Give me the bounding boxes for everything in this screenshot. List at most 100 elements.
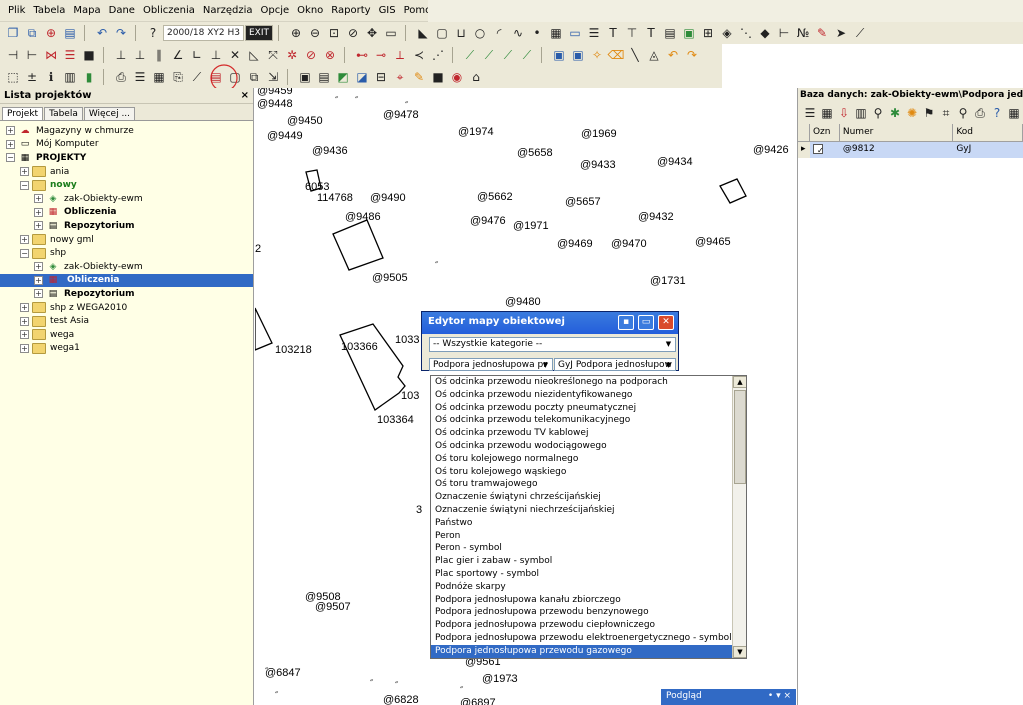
delete-icon[interactable]: ⊗ xyxy=(321,46,339,64)
expand-icon[interactable]: + xyxy=(34,194,43,204)
image-icon[interactable]: ▣ xyxy=(680,24,698,42)
angle-2-icon[interactable]: ∟ xyxy=(188,46,206,64)
dropdown-option[interactable]: Oś odcinka przewodu TV kablowej xyxy=(431,427,734,440)
tree-item[interactable]: − ▦ PROJEKTY xyxy=(0,151,253,165)
dropdown-option[interactable]: Państwo xyxy=(431,517,734,530)
undo-2-icon[interactable]: ↶ xyxy=(664,46,682,64)
dropdown-option[interactable]: Oś odcinka przewodu wodociągowego xyxy=(431,440,734,453)
table-view-icon[interactable]: ▦ xyxy=(150,68,168,86)
curve-icon[interactable]: ∿ xyxy=(509,24,527,42)
row-checkbox-cell[interactable]: ✓ xyxy=(810,142,840,158)
print-icon[interactable]: ⎙ xyxy=(112,68,130,86)
row-checkbox[interactable]: ✓ xyxy=(812,144,824,155)
text-icon[interactable]: T xyxy=(604,24,622,42)
coordinate-system-label[interactable]: 2000/18 XY2 H3 xyxy=(163,25,244,41)
hatch-icon[interactable]: ▦ xyxy=(547,24,565,42)
dropdown-option[interactable]: Oś odcinka przewodu telekomunikacyjnego xyxy=(431,414,734,427)
list-icon[interactable]: ☰ xyxy=(802,104,818,122)
menu-item[interactable]: Opcje xyxy=(257,1,294,21)
zoom-in-icon[interactable]: ⊕ xyxy=(287,24,305,42)
layers-icon[interactable]: ☰ xyxy=(131,68,149,86)
pencil-icon[interactable]: ✎ xyxy=(813,24,831,42)
pin-window-icon[interactable]: ▪ xyxy=(618,315,634,330)
document-icon[interactable]: ▤ xyxy=(61,24,79,42)
green-bar-icon[interactable]: ▮ xyxy=(80,68,98,86)
tab-more[interactable]: Więcej ... xyxy=(83,107,136,120)
number-icon[interactable]: № xyxy=(794,24,812,42)
scroll-down-icon[interactable]: ▼ xyxy=(733,646,746,658)
highlight-icon[interactable]: ✎ xyxy=(410,68,428,86)
scroll-thumb[interactable] xyxy=(734,390,746,484)
node-icon[interactable]: ⊷ xyxy=(353,46,371,64)
collapse-icon[interactable]: − xyxy=(20,180,29,190)
zoom-all-icon[interactable]: ▭ xyxy=(382,24,400,42)
expand-icon[interactable]: + xyxy=(20,167,29,177)
zoom-window-icon[interactable]: ⊡ xyxy=(325,24,343,42)
dropdown-option[interactable]: Podpora jednosłupowa kanału zbiorczego xyxy=(431,594,734,607)
copy-window-icon[interactable]: ⧉ xyxy=(23,24,41,42)
rotate-icon[interactable]: ◆ xyxy=(756,24,774,42)
line-tool-icon[interactable]: ⟋ xyxy=(851,24,869,42)
column-header-kod[interactable]: Kod xyxy=(953,124,1023,141)
help-icon[interactable]: ? xyxy=(144,24,162,42)
slash-icon[interactable]: ╲ xyxy=(626,46,644,64)
preview-controls-icon[interactable]: • ▾ × xyxy=(768,691,791,703)
expand-icon[interactable]: + xyxy=(34,221,43,231)
edit-shape-icon[interactable]: ◬ xyxy=(645,46,663,64)
triangle-icon[interactable]: ◺ xyxy=(245,46,263,64)
draw-left-icon[interactable]: ⊣ xyxy=(4,46,22,64)
dropdown-option[interactable]: Peron xyxy=(431,530,734,543)
polygon-icon[interactable]: ◣ xyxy=(414,24,432,42)
new-window-icon[interactable]: ❐ xyxy=(4,24,22,42)
tree-item[interactable]: + ▦ Obliczenia xyxy=(0,273,253,288)
branch-icon[interactable]: ⋰ xyxy=(429,46,447,64)
dropdown-option[interactable]: Oś toru kolejowego normalnego xyxy=(431,453,734,466)
dropdown-option[interactable]: Oś toru tramwajowego xyxy=(431,478,734,491)
segment-4-icon[interactable]: ⟋ xyxy=(518,46,536,64)
circle-icon[interactable]: ○ xyxy=(471,24,489,42)
expand-icon[interactable]: + xyxy=(34,275,43,285)
menu-item[interactable]: Narzędzia xyxy=(199,1,257,21)
tree-item[interactable]: + ◈ zak-Obiekty-ewm xyxy=(0,260,253,274)
filter-icon[interactable]: ✱ xyxy=(887,104,903,122)
object-code-select[interactable]: GyJ Podpora jednosłupow ▼ xyxy=(554,358,676,371)
columns-icon[interactable]: ▥ xyxy=(853,104,869,122)
layer-add-icon[interactable]: ▣ xyxy=(550,46,568,64)
segment-3-icon[interactable]: ⟋ xyxy=(499,46,517,64)
stamp-icon[interactable]: ⌂ xyxy=(467,68,485,86)
dropdown-option[interactable]: Peron - symbol xyxy=(431,542,734,555)
help-table-icon[interactable]: ? xyxy=(989,104,1005,122)
pan-icon[interactable]: ✥ xyxy=(363,24,381,42)
text-size-icon[interactable]: T xyxy=(642,24,660,42)
point-icon[interactable]: • xyxy=(528,24,546,42)
dropdown-option[interactable]: Oznaczenie świątyni niechrześcijańskiej xyxy=(431,504,734,517)
more-icon[interactable]: ▦ xyxy=(1006,104,1022,122)
dropdown-option[interactable]: Oś toru kolejowego wąskiego xyxy=(431,466,734,479)
eraser-icon[interactable]: ⌫ xyxy=(607,46,625,64)
gis-tool-2-icon[interactable]: ◪ xyxy=(353,68,371,86)
black-square-icon[interactable]: ■ xyxy=(429,68,447,86)
location-pin-icon[interactable]: ◉ xyxy=(448,68,466,86)
expand-icon[interactable]: + xyxy=(20,303,29,313)
object-type-dropdown-list[interactable]: Oś odcinka przewodu nieokreślonego na po… xyxy=(430,375,747,659)
join-icon[interactable]: ≺ xyxy=(410,46,428,64)
menu-item[interactable]: Tabela xyxy=(29,1,69,21)
print-preview-icon[interactable]: ⎘ xyxy=(169,68,187,86)
column-header-numer[interactable]: Numer xyxy=(840,124,954,141)
zoom-to-icon[interactable]: ⚲ xyxy=(955,104,971,122)
search-icon[interactable]: ⚲ xyxy=(870,104,886,122)
zoom-previous-icon[interactable]: ⊘ xyxy=(344,24,362,42)
preview-panel[interactable]: Podgląd • ▾ × xyxy=(661,689,796,705)
segment-2-icon[interactable]: ⟋ xyxy=(480,46,498,64)
grid-icon[interactable]: ☰ xyxy=(61,46,79,64)
column-header-ozn[interactable]: Ozn xyxy=(810,124,840,141)
menu-item[interactable]: Okno xyxy=(293,1,327,21)
dropdown-option[interactable]: Oś odcinka przewodu poczty pneumatycznej xyxy=(431,402,734,415)
tree-item[interactable]: + ▭ Mój Komputer xyxy=(0,138,253,152)
dropdown-scrollbar[interactable]: ▲ ▼ xyxy=(732,376,746,658)
menu-item[interactable]: Mapa xyxy=(69,1,104,21)
pin-icon[interactable]: ⚑ xyxy=(921,104,937,122)
expand-icon[interactable]: + xyxy=(34,207,43,217)
segment-icon[interactable]: ⟋ xyxy=(461,46,479,64)
tree-item[interactable]: + ☁ Magazyny w chmurze xyxy=(0,124,253,138)
